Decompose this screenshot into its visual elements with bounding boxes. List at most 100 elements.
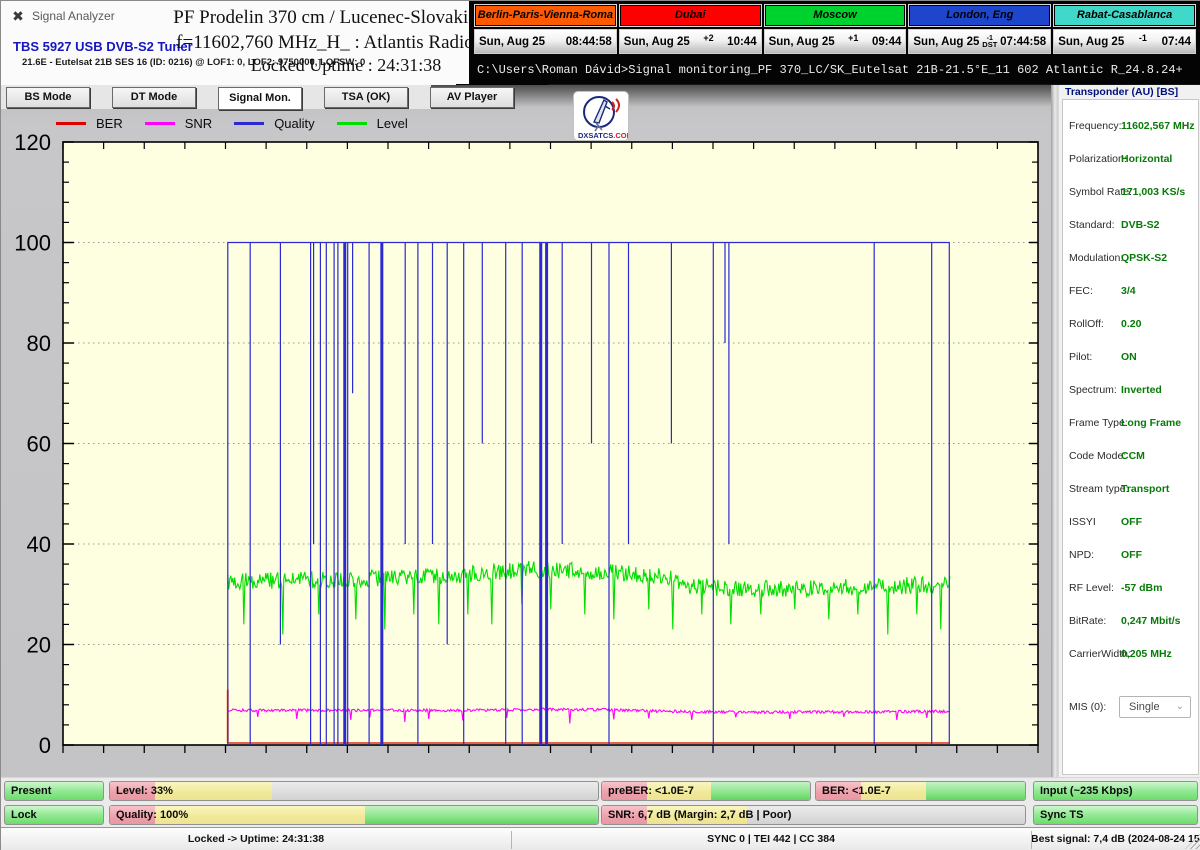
tab-bs-mode[interactable]: BS Mode (6, 87, 90, 108)
legend-swatch (145, 122, 175, 125)
clock-time: 08:44:58 (566, 36, 612, 48)
statusbar: Locked -> Uptime: 24:31:38 SYNC 0 | TEI … (1, 827, 1200, 850)
transponder-label: ISSYI (1069, 516, 1096, 528)
clock-city-2: DubaiSun, Aug 25+210:44 (619, 4, 762, 54)
clock-time: 10:44 (727, 36, 756, 48)
clock-city-name: London, Eng (908, 4, 1051, 27)
transponder-row-stream-type-: Stream type:Transport (1063, 483, 1198, 497)
transponder-row-frame-type-: Frame Type:Long Frame (1063, 417, 1198, 431)
indicator-label: Present (11, 782, 51, 801)
legend-item-snr: SNR (145, 116, 212, 131)
transponder-row-polarization-: Polarization:Horizontal (1063, 153, 1198, 167)
transponder-label: RF Level: (1069, 582, 1114, 594)
indicator-label: Sync TS (1040, 806, 1083, 825)
clock-utc-offset: +1 (835, 33, 872, 43)
transponder-value: 171,003 KS/s (1121, 186, 1185, 198)
transponder-value: Horizontal (1121, 153, 1172, 165)
transponder-value: 11602,567 MHz (1121, 120, 1195, 132)
transponder-row-modulation-: Modulation:QPSK-S2 (1063, 252, 1198, 266)
indicator-label: Lock (11, 806, 37, 825)
transponder-row-npd-: NPD: OFF (1063, 549, 1198, 563)
panel-divider[interactable] (1051, 85, 1058, 777)
sync-ts-indicator: Sync TS (1033, 805, 1198, 825)
transponder-value: Transport (1121, 483, 1169, 495)
svg-text:DXSATCS.COM: DXSATCS.COM (578, 131, 628, 140)
statusbar-separator (1031, 831, 1032, 849)
tuner-name: TBS 5927 USB DVB-S2 Tuner (13, 39, 193, 54)
indicator-label: SNR: 6,7 dB (Margin: 2,7 dB | Poor) (608, 806, 791, 825)
legend-label: BER (96, 116, 123, 131)
svg-text:0: 0 (39, 733, 51, 758)
clock-city-1: Berlin-Paris-Vienna-Roma Sun, Aug 25 08:44… (474, 4, 617, 54)
tab-av-player[interactable]: AV Player (430, 87, 514, 108)
transponder-row-fec-: FEC:3/4 (1063, 285, 1198, 299)
mis-dropdown[interactable]: Single⌄ (1119, 696, 1191, 718)
clock-time-row: Sun, Aug 25+210:44 (619, 29, 762, 54)
legend-item-quality: Quality (234, 116, 314, 131)
transponder-row-symbol-rate-: Symbol Rate:171,003 KS/s (1063, 186, 1198, 200)
transponder-value: OFF (1121, 549, 1142, 561)
svg-text:80: 80 (27, 331, 51, 356)
transponder-row-rf-level-: RF Level: -57 dBm (1063, 582, 1198, 596)
console-window[interactable]: Berlin-Paris-Vienna-Roma Sun, Aug 25 08:44… (469, 1, 1200, 85)
transponder-row-pilot-: Pilot:ON (1063, 351, 1198, 365)
statusbar-sync: SYNC 0 | TEI 442 | CC 384 (511, 828, 1031, 850)
svg-text:60: 60 (27, 432, 51, 457)
session-header: PF Prodelin 370 cm / Lucenec-Slovakia f=… (169, 7, 481, 76)
clock-city-name: Berlin-Paris-Vienna-Roma (474, 4, 617, 27)
lock-indicator: Lock (4, 805, 104, 825)
logo-text-suffix: .COM (613, 131, 628, 140)
statusbar-uptime: Locked -> Uptime: 24:31:38 (1, 828, 511, 850)
legend-swatch (337, 122, 367, 125)
transponder-label: Frame Type: (1069, 417, 1128, 429)
clock-time: 09:44 (872, 36, 901, 48)
transponder-value: QPSK-S2 (1121, 252, 1167, 264)
clock-city-name: Dubai (619, 4, 762, 27)
legend-swatch (234, 122, 264, 125)
clock-time-row: Sun, Aug 25 08:44:58 (474, 29, 617, 54)
transponder-label: Polarization: (1069, 153, 1127, 165)
clock-city-name: Rabat-Casablanca (1053, 4, 1196, 27)
dish-location-title: PF Prodelin 370 cm / Lucenec-Slovakia (169, 7, 481, 29)
transponder-value: 0.20 (1121, 318, 1141, 330)
indicator-label: Input (~235 Kbps) (1040, 782, 1133, 801)
clock-date: Sun, Aug 25 (479, 36, 545, 48)
clock-time: 07:44:58 (1000, 36, 1046, 48)
transponder-label: Standard: (1069, 219, 1115, 231)
transponder-value: -57 dBm (1121, 582, 1162, 594)
clock-city-4: London, EngSun, Aug 25-1DST07:44:58 (908, 4, 1051, 54)
signal-chart: 020406080100120 (1, 85, 1058, 777)
frequency-title: f=11602,760 MHz_H_ : Atlantis Radio (169, 32, 481, 54)
clock-time: 07:44 (1162, 36, 1191, 48)
svg-text:120: 120 (14, 130, 51, 155)
transponder-label: NPD: (1069, 549, 1094, 561)
legend-label: Quality (274, 116, 314, 131)
svg-text:100: 100 (14, 231, 51, 256)
transponder-value: OFF (1121, 516, 1142, 528)
mis-label: MIS (0): (1069, 701, 1106, 713)
chevron-down-icon: ⌄ (1176, 697, 1184, 717)
clock-time-row: Sun, Aug 25-107:44 (1053, 29, 1196, 54)
tab-tsa-ok-[interactable]: TSA (OK) (324, 87, 408, 108)
transponder-row-bitrate-: BitRate: 0,247 Mbit/s (1063, 615, 1198, 629)
transponder-row-rolloff-: RollOff: 0.20 (1063, 318, 1198, 332)
transponder-value: 0,247 Mbit/s (1121, 615, 1181, 627)
preber-bar: preBER: <1.0E-7 (601, 781, 811, 801)
indicator-label: Level: 33% (116, 782, 173, 801)
transponder-row-carrierwidth-: CarrierWidth:0,205 MHz (1063, 648, 1198, 662)
tab-signal-mon-[interactable]: Signal Mon. (218, 87, 302, 110)
level-bar: Level: 33% (109, 781, 599, 801)
tab-dt-mode[interactable]: DT Mode (112, 87, 196, 108)
transponder-row-code-mode-: Code Mode:CCM (1063, 450, 1198, 464)
logo-text-main: DXSATCS (578, 131, 613, 140)
transponder-label: BitRate: (1069, 615, 1106, 627)
clock-time-row: Sun, Aug 25-1DST07:44:58 (908, 29, 1051, 54)
transponder-label: Pilot: (1069, 351, 1092, 363)
statusbar-separator (511, 831, 512, 849)
transponder-row-frequency-: Frequency:11602,567 MHz (1063, 120, 1198, 134)
svg-text:20: 20 (27, 633, 51, 658)
legend-swatch (56, 122, 86, 125)
legend-label: SNR (185, 116, 212, 131)
indicator-label: BER: <1.0E-7 (822, 782, 891, 801)
transponder-label: RollOff: (1069, 318, 1104, 330)
